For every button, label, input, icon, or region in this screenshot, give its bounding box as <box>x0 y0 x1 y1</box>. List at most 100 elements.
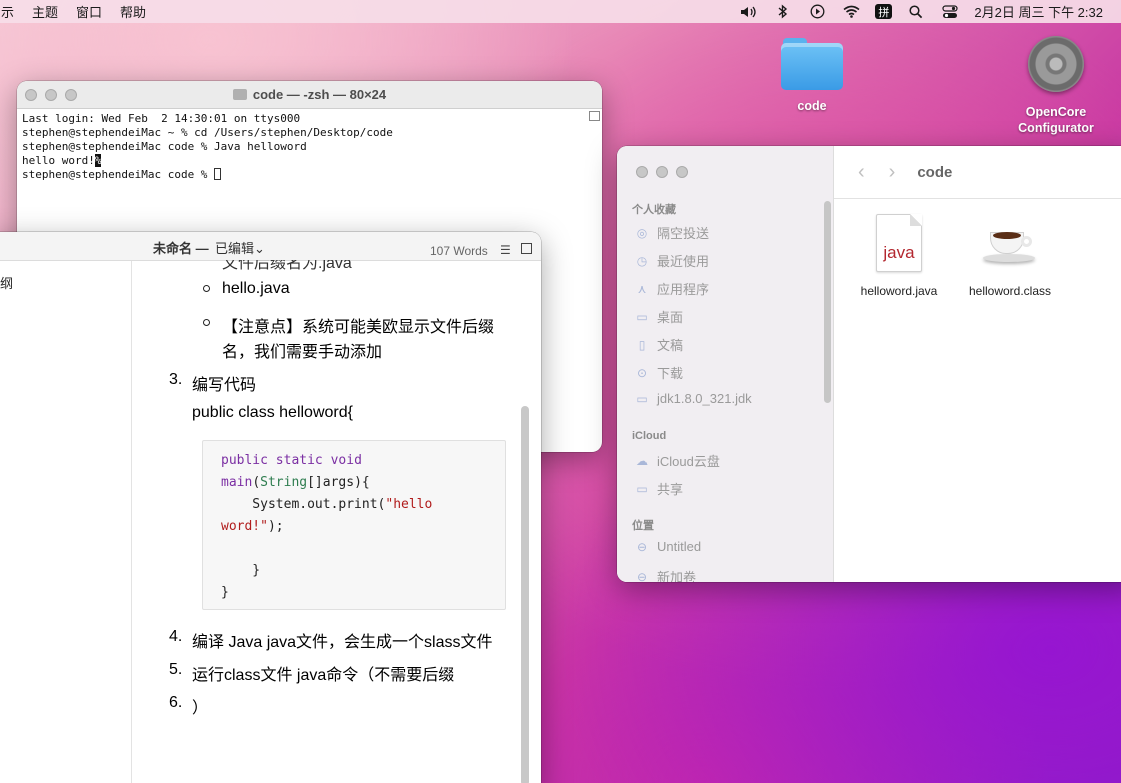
code-token: void <box>322 453 362 468</box>
finder-toolbar: ‹ › code <box>834 146 1121 199</box>
step-number: 3. <box>169 371 183 388</box>
bullet-icon <box>203 285 210 292</box>
word-count[interactable]: 107 Words <box>430 244 488 258</box>
download-icon: ⊙ <box>636 365 648 380</box>
sidebar-toggle-icon[interactable] <box>521 243 532 254</box>
bullet-icon <box>203 319 210 326</box>
zoom-button[interactable] <box>676 166 688 178</box>
sidebar-scrollbar[interactable] <box>824 201 831 403</box>
terminal-scrollbar-toggle[interactable] <box>589 111 600 121</box>
step-text: 编写代码 <box>192 377 257 394</box>
terminal-line: stephen@stephendeiMac code % Java hellow… <box>22 140 307 153</box>
sidebar-item-label: 下载 <box>657 366 684 381</box>
code-token: word!" <box>221 519 268 534</box>
menu-bar-clock[interactable]: 2月2日 周三 下午 2:32 <box>974 2 1103 21</box>
sidebar-item-label: Untitled <box>657 539 702 554</box>
sidebar-item-label: 共享 <box>657 482 684 497</box>
folder-icon: ▭ <box>636 391 648 406</box>
outline-sidebar: 纲 <box>0 261 132 783</box>
sidebar-item-downloads[interactable]: ⊙ 下载 <box>635 363 683 382</box>
code-block[interactable]: public static void main(String[]args){ Sy… <box>202 440 506 610</box>
terminal-title: code — -zsh — 80×24 <box>252 87 387 102</box>
file-name: helloword.java <box>860 284 938 298</box>
file-helloword-java[interactable]: java helloword.java <box>854 214 944 298</box>
step-text: 运行class文件 java命令（不需要后缀 <box>192 667 455 684</box>
control-center-icon[interactable] <box>940 3 960 21</box>
folder-icon <box>781 38 843 90</box>
opencore-configurator-icon <box>1028 36 1084 92</box>
sidebar-item-shared[interactable]: ▭ 共享 <box>635 479 683 498</box>
desktop-code-folder[interactable]: code <box>777 38 847 114</box>
menu-item-help[interactable]: 帮助 <box>111 2 155 21</box>
disk-icon: ⊖ <box>636 569 648 583</box>
sidebar-item-label: 桌面 <box>657 310 684 325</box>
code-token: "hello <box>385 497 433 512</box>
menu-item-display[interactable]: 示 <box>0 2 23 21</box>
document-name: 未命名 — <box>153 241 209 256</box>
terminal-line: hello word!% <box>22 154 597 168</box>
airdrop-icon: ◎ <box>636 225 648 240</box>
sidebar-item-desktop[interactable]: ▭ 桌面 <box>635 307 683 326</box>
edited-status-menu[interactable]: 已编辑⌄ <box>215 238 265 257</box>
step-number: 5. <box>169 661 183 678</box>
sidebar-item-airdrop[interactable]: ◎ 隔空投送 <box>635 223 709 242</box>
clock-icon: ◷ <box>636 253 648 268</box>
file-helloword-class[interactable]: helloword.class <box>960 212 1060 298</box>
terminal-prompt: stephen@stephendeiMac code % <box>22 168 215 181</box>
window-controls <box>636 166 688 178</box>
terminal-percent-mark: % <box>94 154 102 167</box>
java-file-icon: java <box>876 214 922 272</box>
close-button[interactable] <box>25 89 37 101</box>
sidebar-item-documents[interactable]: ▯ 文稿 <box>635 335 683 354</box>
menu-item-window[interactable]: 窗口 <box>67 2 111 21</box>
now-playing-icon[interactable] <box>807 3 827 21</box>
sidebar-item-applications[interactable]: ⋏ 应用程序 <box>635 279 709 298</box>
code-token: ( <box>252 475 261 490</box>
zoom-button[interactable] <box>65 89 77 101</box>
wifi-icon[interactable] <box>841 3 861 21</box>
code-token: static <box>267 453 323 468</box>
finder-title: code <box>917 163 953 181</box>
desktop-code-folder-label: code <box>797 99 827 113</box>
terminal-output-text: hello word! <box>22 154 95 167</box>
terminal-line: Last login: Wed Feb 2 14:30:01 on ttys00… <box>22 112 301 125</box>
finder-window: 个人收藏 ◎ 隔空投送 ◷ 最近使用 ⋏ 应用程序 ▭ 桌面 ▯ 文稿 ⊙ 下载 ▭ jdk1… <box>617 146 1121 582</box>
forward-icon[interactable]: › <box>889 161 896 184</box>
sidebar-item-icloud-drive[interactable]: ☁ iCloud云盘 <box>635 451 720 470</box>
bullet-text: 名，我们需要手动添加 <box>222 344 383 361</box>
spotlight-search-icon[interactable] <box>906 3 926 21</box>
code-token: System.out.print( <box>221 497 386 512</box>
sidebar-item-jdk[interactable]: ▭ jdk1.8.0_321.jdk <box>635 391 752 406</box>
sidebar-item-new-volume[interactable]: ⊖ 新加卷 <box>635 567 697 583</box>
code-token: String <box>260 475 308 490</box>
step-text: ） <box>192 700 209 717</box>
input-method-icon[interactable]: 拼 <box>875 4 893 19</box>
sidebar-item-label: 新加卷 <box>657 570 697 582</box>
bullet-text: hello.java <box>222 280 290 297</box>
sidebar-item-recents[interactable]: ◷ 最近使用 <box>635 251 709 270</box>
document-icon: ▯ <box>638 337 646 352</box>
step-number: 6. <box>169 694 183 711</box>
java-class-coffee-icon <box>980 212 1040 272</box>
terminal-prompt-line: stephen@stephendeiMac code % <box>22 168 597 182</box>
terminal-title-bar[interactable]: code — -zsh — 80×24 <box>17 81 602 109</box>
minimize-button[interactable] <box>656 166 668 178</box>
editor-title-bar[interactable]: 未命名 — 已编辑⌄ 107 Words ☰ <box>0 232 541 261</box>
bluetooth-icon[interactable] <box>773 3 793 21</box>
terminal-output[interactable]: Last login: Wed Feb 2 14:30:01 on ttys00… <box>17 109 602 185</box>
list-icon[interactable]: ☰ <box>500 243 511 257</box>
close-button[interactable] <box>636 166 648 178</box>
sidebar-item-label: jdk1.8.0_321.jdk <box>657 391 752 406</box>
minimize-button[interactable] <box>45 89 57 101</box>
code-token: public <box>221 453 268 468</box>
sidebar-item-untitled[interactable]: ⊖ Untitled <box>635 539 701 554</box>
editor-scrollbar[interactable] <box>521 406 529 783</box>
terminal-cursor <box>214 168 222 180</box>
applications-icon: ⋏ <box>637 281 647 296</box>
desktop-opencore-app[interactable]: OpenCore Configurator <box>1003 36 1109 136</box>
sidebar-item-label: 最近使用 <box>657 254 710 269</box>
volume-icon[interactable] <box>739 3 759 21</box>
menu-item-theme[interactable]: 主题 <box>23 2 67 21</box>
back-icon[interactable]: ‹ <box>858 161 865 184</box>
step-number: 4. <box>169 628 183 645</box>
